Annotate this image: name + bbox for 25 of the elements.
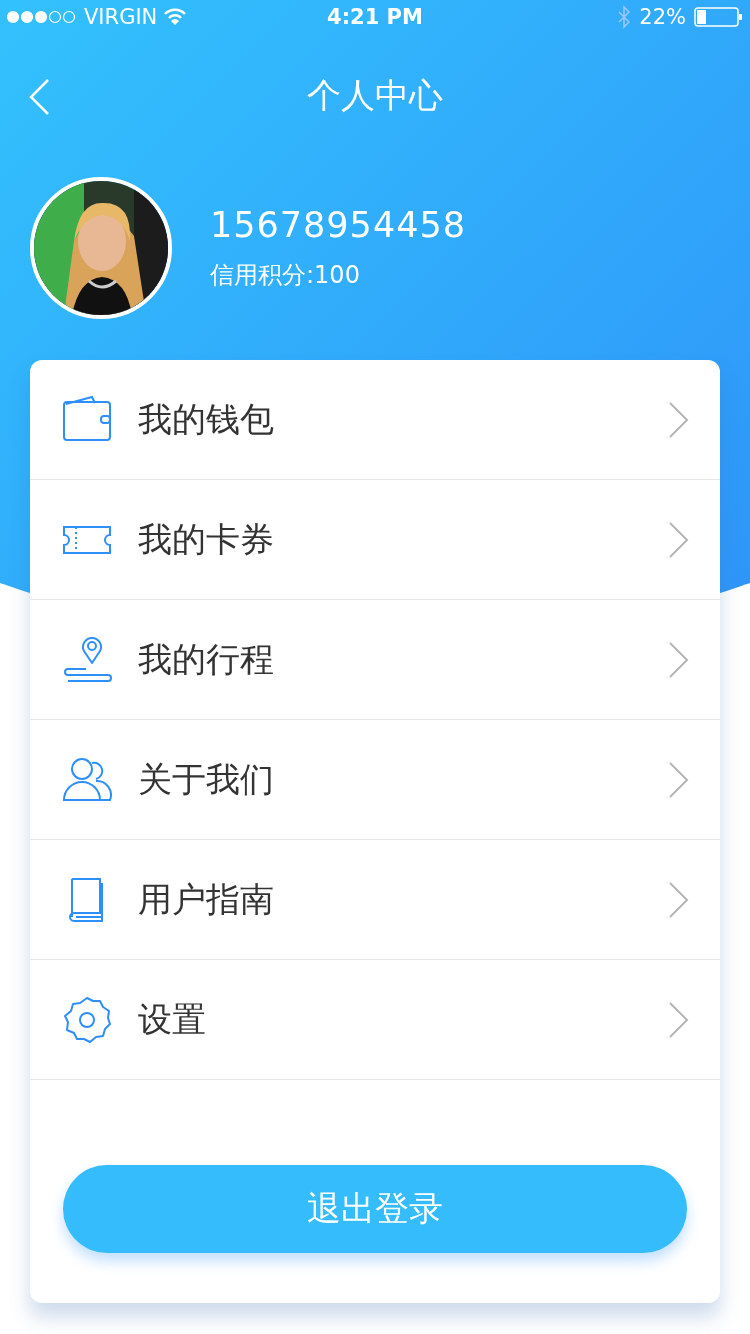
- settings-icon: [62, 994, 112, 1045]
- back-icon[interactable]: [28, 78, 50, 116]
- phone-number: 15678954458: [210, 205, 466, 245]
- wifi-icon: [163, 8, 188, 26]
- menu-item[interactable]: 用户指南: [30, 840, 720, 960]
- bluetooth-icon: [617, 5, 632, 29]
- location-pin-icon: [62, 634, 112, 685]
- menu-item[interactable]: 我的行程: [30, 600, 720, 720]
- chevron-right-icon: [668, 520, 690, 559]
- menu-item[interactable]: 关于我们: [30, 720, 720, 840]
- carrier: VIRGIN: [84, 5, 158, 29]
- menu-item[interactable]: 我的卡券: [30, 480, 720, 600]
- page-title: 个人中心: [307, 74, 443, 117]
- signal-icon: [6, 10, 78, 24]
- clock: 4:21 PM: [327, 5, 423, 29]
- chevron-right-icon: [668, 400, 690, 439]
- chevron-right-icon: [668, 1000, 690, 1039]
- chevron-right-icon: [668, 760, 690, 799]
- credit-score: 信用积分:100: [210, 260, 361, 291]
- battery-percent: 22%: [639, 5, 686, 29]
- battery-icon: [694, 7, 744, 27]
- chevron-right-icon: [668, 880, 690, 919]
- chevron-right-icon: [668, 640, 690, 679]
- menu-item[interactable]: 设置: [30, 960, 720, 1080]
- menu-item[interactable]: 我的钱包: [30, 360, 720, 480]
